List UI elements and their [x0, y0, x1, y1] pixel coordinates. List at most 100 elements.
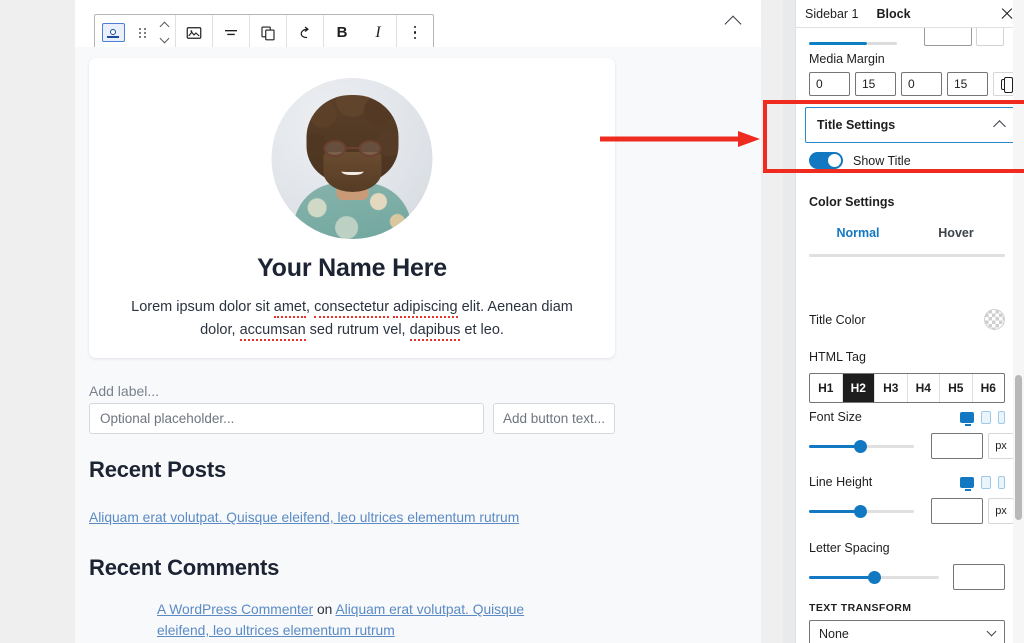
font-size-slider[interactable]: [809, 439, 914, 453]
chevron-up-icon: [993, 120, 1006, 133]
desc-text-5: sed rutrum vel,: [305, 322, 410, 338]
chevron-down-icon: [986, 626, 997, 637]
comment-author-link[interactable]: A WordPress Commenter: [157, 602, 313, 617]
form-label-placeholder[interactable]: Add label...: [89, 383, 159, 399]
editor-content: Your Name Here Lorem ipsum dolor sit ame…: [75, 47, 761, 643]
tab-block[interactable]: Block: [868, 7, 920, 21]
html-tag-h6[interactable]: H6: [973, 374, 1005, 402]
html-tag-h4[interactable]: H4: [908, 374, 940, 402]
title-settings-label: Title Settings: [817, 118, 896, 132]
toolbar-group-align: [213, 15, 250, 50]
line-height-value[interactable]: [931, 498, 983, 524]
letter-spacing-value[interactable]: [953, 564, 1005, 590]
toolbar-group-more: [397, 15, 433, 50]
title-settings-panel-header[interactable]: Title Settings: [805, 107, 1016, 143]
title-color-row: Title Color: [809, 309, 1005, 330]
partial-unit-box[interactable]: [976, 28, 1004, 46]
line-height-slider[interactable]: [809, 504, 914, 518]
bold-label: B: [336, 24, 348, 41]
toolbar-group-block: [95, 15, 176, 50]
tablet-icon[interactable]: [981, 475, 991, 489]
html-tag-h1[interactable]: H1: [810, 374, 843, 402]
search-input[interactable]: Optional placeholder...: [89, 403, 484, 434]
title-color-swatch[interactable]: [984, 309, 1005, 330]
sidebar-scrollbar-track: [1013, 0, 1024, 643]
more-vertical-icon: [413, 25, 417, 40]
letter-spacing-header: Letter Spacing: [809, 541, 1005, 555]
search-submit-button[interactable]: Add button text...: [493, 403, 615, 434]
align-button[interactable]: [213, 15, 249, 50]
text-transform-value: None: [819, 626, 849, 641]
recent-post-link[interactable]: Aliquam erat volutpat. Quisque eleifend,…: [89, 510, 519, 525]
partial-value-box[interactable]: [924, 28, 972, 46]
chevron-updown-icon: [159, 21, 169, 44]
toolbar-group-image: [176, 15, 213, 50]
partial-slider-track[interactable]: [867, 42, 897, 45]
editor-canvas: B I Your Name Here Lorem ipsum dolor sit…: [75, 0, 761, 643]
sidebar-scroll-area: Media Margin 0 15 0 15 Title Settings Sh…: [796, 28, 1024, 643]
profile-description[interactable]: Lorem ipsum dolor sit amet, consectetur …: [125, 296, 579, 342]
tab-hover[interactable]: Hover: [907, 226, 1005, 248]
font-size-value[interactable]: [931, 433, 983, 459]
duplicate-button[interactable]: [250, 15, 286, 50]
more-options-button[interactable]: [397, 15, 433, 50]
desc-misspelled-4: accumsan: [239, 322, 306, 341]
copy-icon: [261, 25, 275, 40]
show-title-toggle[interactable]: [809, 152, 843, 169]
tab-sidebar-1[interactable]: Sidebar 1: [796, 7, 868, 21]
font-size-device-switcher: [960, 410, 1005, 426]
font-size-unit: px: [988, 433, 1014, 459]
desc-text-1: Lorem ipsum dolor sit: [131, 299, 274, 315]
italic-label: I: [375, 23, 381, 41]
tab-normal[interactable]: Normal: [809, 226, 907, 248]
profile-title[interactable]: Your Name Here: [89, 254, 615, 283]
author-profile-card[interactable]: Your Name Here Lorem ipsum dolor sit ame…: [89, 58, 615, 358]
desktop-icon[interactable]: [960, 411, 974, 426]
letter-spacing-slider[interactable]: [809, 570, 939, 584]
bold-button[interactable]: B: [324, 15, 360, 50]
move-updown-button[interactable]: [153, 15, 175, 50]
media-margin-left[interactable]: 15: [947, 72, 988, 96]
mobile-icon[interactable]: [998, 475, 1005, 489]
html-tag-h3[interactable]: H3: [875, 374, 908, 402]
toolbar-group-format: B I: [324, 15, 397, 50]
desc-text-2: ,: [306, 299, 315, 315]
toolbar-group-duplicate: [250, 15, 287, 50]
recent-posts-heading: Recent Posts: [89, 457, 226, 482]
color-tabs-underline: [809, 254, 1005, 257]
html-tag-h2[interactable]: H2: [842, 374, 875, 402]
media-margin-label: Media Margin: [809, 52, 885, 66]
text-transform-select[interactable]: None: [809, 620, 1005, 643]
text-transform-label: TEXT TRANSFORM: [809, 602, 912, 614]
media-margin-bottom[interactable]: 0: [901, 72, 942, 96]
partial-slider-fill[interactable]: [809, 42, 867, 45]
html-tag-label: HTML Tag: [809, 350, 866, 364]
image-button[interactable]: [176, 15, 212, 50]
sidebar-tabs: Sidebar 1 Block: [796, 0, 1024, 28]
desktop-icon[interactable]: [960, 476, 974, 491]
line-height-unit: px: [988, 498, 1014, 524]
sidebar-scrollbar-thumb[interactable]: [1015, 375, 1022, 520]
show-title-label: Show Title: [853, 153, 911, 168]
sidebar-gutter: [783, 0, 795, 643]
italic-button[interactable]: I: [360, 15, 396, 50]
font-size-controls: px: [809, 433, 1014, 459]
link-button[interactable]: [287, 15, 323, 50]
media-margin-right[interactable]: 15: [855, 72, 896, 96]
drag-handle-icon: [138, 27, 146, 38]
drag-handle-button[interactable]: [131, 15, 153, 50]
html-tag-h5[interactable]: H5: [940, 374, 973, 402]
partial-control-row: [796, 28, 1024, 50]
media-margin-top[interactable]: 0: [809, 72, 850, 96]
settings-sidebar: Sidebar 1 Block Media Margin 0 15 0 15 T…: [795, 0, 1024, 643]
block-type-button[interactable]: [95, 15, 131, 50]
line-height-label: Line Height: [809, 475, 873, 489]
font-size-label: Font Size: [809, 410, 862, 424]
comment-connector: on: [313, 602, 336, 617]
tablet-icon[interactable]: [981, 410, 991, 424]
mobile-icon[interactable]: [998, 410, 1005, 424]
align-center-icon: [225, 29, 237, 35]
collapse-panel-button[interactable]: [724, 15, 742, 33]
recent-comment-item: A WordPress Commenter on Aliquam erat vo…: [157, 599, 529, 641]
desc-text-6: et leo.: [460, 322, 504, 338]
